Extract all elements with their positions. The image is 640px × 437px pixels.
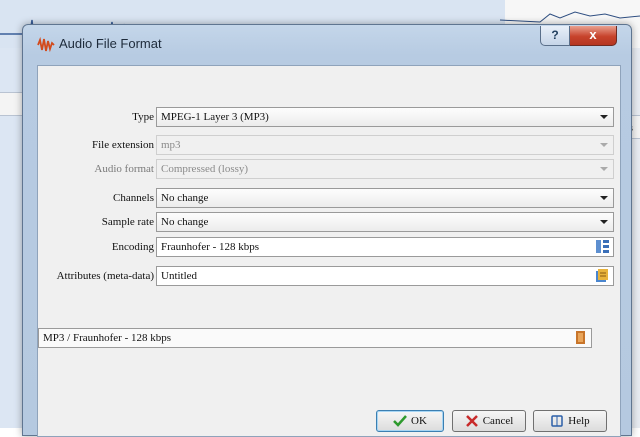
encoding-label: Encoding <box>111 241 154 253</box>
dialog-title: Audio File Format <box>59 36 162 51</box>
type-value: MPEG-1 Layer 3 (MP3) <box>161 111 269 123</box>
help-button[interactable]: Help <box>533 410 607 432</box>
dialog-titlebar[interactable]: Audio File Format ? x <box>23 25 631 59</box>
audio-format-row: Audio format Compressed (lossy) <box>38 159 620 179</box>
edit-attributes-icon[interactable] <box>595 268 610 283</box>
file-extension-dropdown: mp3 <box>156 135 614 155</box>
attributes-value: Untitled <box>161 270 198 282</box>
chevron-down-icon <box>600 196 608 200</box>
audio-format-dropdown: Compressed (lossy) <box>156 159 614 179</box>
channels-row: Channels No change <box>38 188 620 208</box>
chevron-down-icon <box>600 167 608 171</box>
type-label: Type <box>132 111 154 123</box>
sample-rate-value: No change <box>161 216 209 228</box>
channels-dropdown[interactable]: No change <box>156 188 614 208</box>
attributes-field[interactable]: Untitled <box>156 266 614 286</box>
format-summary-value: MP3 / Fraunhofer - 128 kbps <box>43 332 172 344</box>
checkmark-icon <box>393 415 407 427</box>
type-row: Type MPEG-1 Layer 3 (MP3) <box>38 107 620 127</box>
dialog-client-area: Type MPEG-1 Layer 3 (MP3) File extension… <box>37 65 621 437</box>
window-help-button[interactable]: ? <box>540 26 570 46</box>
audio-format-label: Audio format <box>94 163 154 175</box>
window-close-button[interactable]: x <box>570 26 617 46</box>
sample-rate-label: Sample rate <box>101 216 154 228</box>
channels-label: Channels <box>113 192 154 204</box>
cancel-button[interactable]: Cancel <box>452 410 526 432</box>
attributes-label: Attributes (meta-data) <box>56 270 154 282</box>
ok-button[interactable]: OK <box>376 410 444 432</box>
attributes-row: Attributes (meta-data) Untitled <box>38 266 620 286</box>
channels-value: No change <box>161 192 209 204</box>
encoding-value: Fraunhofer - 128 kbps <box>161 241 260 253</box>
file-extension-row: File extension mp3 <box>38 135 620 155</box>
format-summary-field: MP3 / Fraunhofer - 128 kbps <box>38 328 592 348</box>
preset-icon[interactable] <box>573 330 588 345</box>
audio-file-format-dialog: Audio File Format ? x Type MPEG-1 Layer … <box>22 24 632 437</box>
cancel-label: Cancel <box>482 415 514 427</box>
type-dropdown[interactable]: MPEG-1 Layer 3 (MP3) <box>156 107 614 127</box>
chevron-down-icon <box>600 143 608 147</box>
sample-rate-row: Sample rate No change <box>38 212 620 232</box>
file-extension-value: mp3 <box>161 139 181 151</box>
summary-row: MP3 / Fraunhofer - 128 kbps <box>38 328 620 348</box>
cancel-x-icon <box>465 415 478 427</box>
encoding-field[interactable]: Fraunhofer - 128 kbps <box>156 237 614 257</box>
sample-rate-dropdown[interactable]: No change <box>156 212 614 232</box>
encoding-settings-icon[interactable] <box>595 239 610 254</box>
help-book-icon <box>551 415 564 427</box>
file-extension-label: File extension <box>91 139 154 151</box>
chevron-down-icon <box>600 220 608 224</box>
chevron-down-icon <box>600 115 608 119</box>
waveform-app-icon <box>37 37 55 53</box>
ok-label: OK <box>411 415 427 427</box>
encoding-row: Encoding Fraunhofer - 128 kbps <box>38 237 620 257</box>
window-controls: ? x <box>540 26 617 46</box>
audio-format-value: Compressed (lossy) <box>161 163 249 175</box>
help-label: Help <box>568 415 590 427</box>
